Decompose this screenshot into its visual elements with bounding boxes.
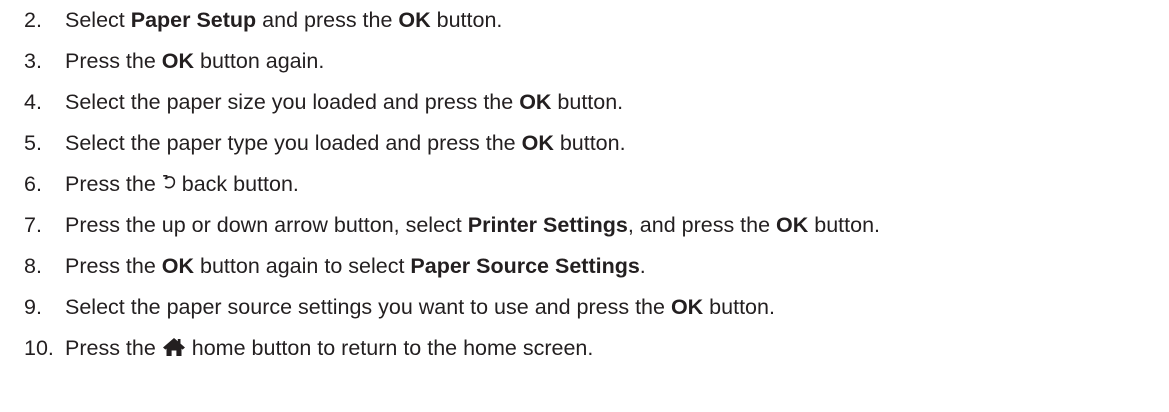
step-5: 5. Select the paper type you loaded and … [24,123,880,164]
step-3: 3. Press the OK button again. [24,41,880,82]
step-text: Press the back button. [65,172,299,196]
step-text: Press the home button to return to the h… [65,336,594,360]
step-text: Select Paper Setup and press the OK butt… [65,8,503,32]
instruction-steps: 2. Select Paper Setup and press the OK b… [24,0,880,369]
home-icon [162,337,186,357]
step-number: 7. [24,213,42,237]
step-number: 5. [24,131,42,155]
step-8: 8. Press the OK button again to select P… [24,246,880,287]
step-number: 3. [24,49,42,73]
step-number: 4. [24,90,42,114]
step-9: 9. Select the paper source settings you … [24,287,880,328]
step-number: 10. [24,336,54,360]
back-arrow-icon [162,173,176,193]
step-number: 8. [24,254,42,278]
step-4: 4. Select the paper size you loaded and … [24,82,880,123]
step-number: 6. [24,172,42,196]
step-2: 2. Select Paper Setup and press the OK b… [24,0,880,41]
step-7: 7. Press the up or down arrow button, se… [24,205,880,246]
step-text: Press the OK button again to select Pape… [65,254,646,278]
step-text: Select the paper source settings you wan… [65,295,775,319]
step-text: Select the paper type you loaded and pre… [65,131,626,155]
step-text: Select the paper size you loaded and pre… [65,90,624,114]
step-number: 9. [24,295,42,319]
step-number: 2. [24,8,42,32]
step-text: Press the up or down arrow button, selec… [65,213,881,237]
step-6: 6. Press the back button. [24,164,880,205]
step-text: Press the OK button again. [65,49,325,73]
step-10: 10. Press the home button to return to t… [24,328,880,369]
